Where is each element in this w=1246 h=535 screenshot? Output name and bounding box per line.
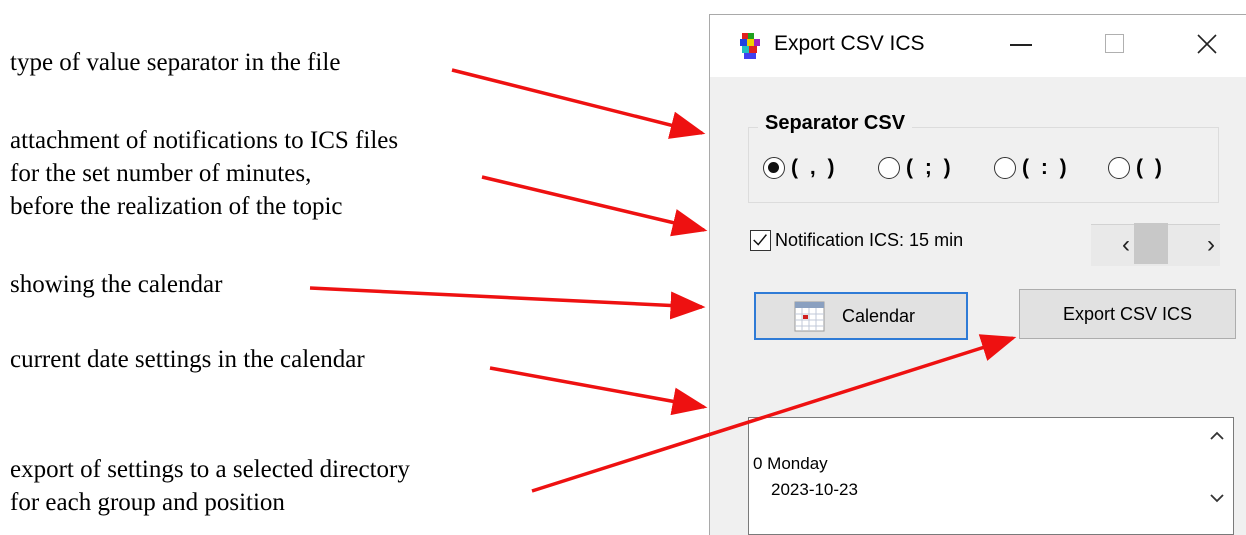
- arrow-calendar: [309, 286, 706, 320]
- arrow-export: [531, 334, 1017, 493]
- annotation-arrows: [309, 68, 1017, 493]
- arrow-notification: [481, 175, 708, 237]
- arrow-separator: [451, 68, 706, 139]
- arrow-date: [489, 366, 708, 416]
